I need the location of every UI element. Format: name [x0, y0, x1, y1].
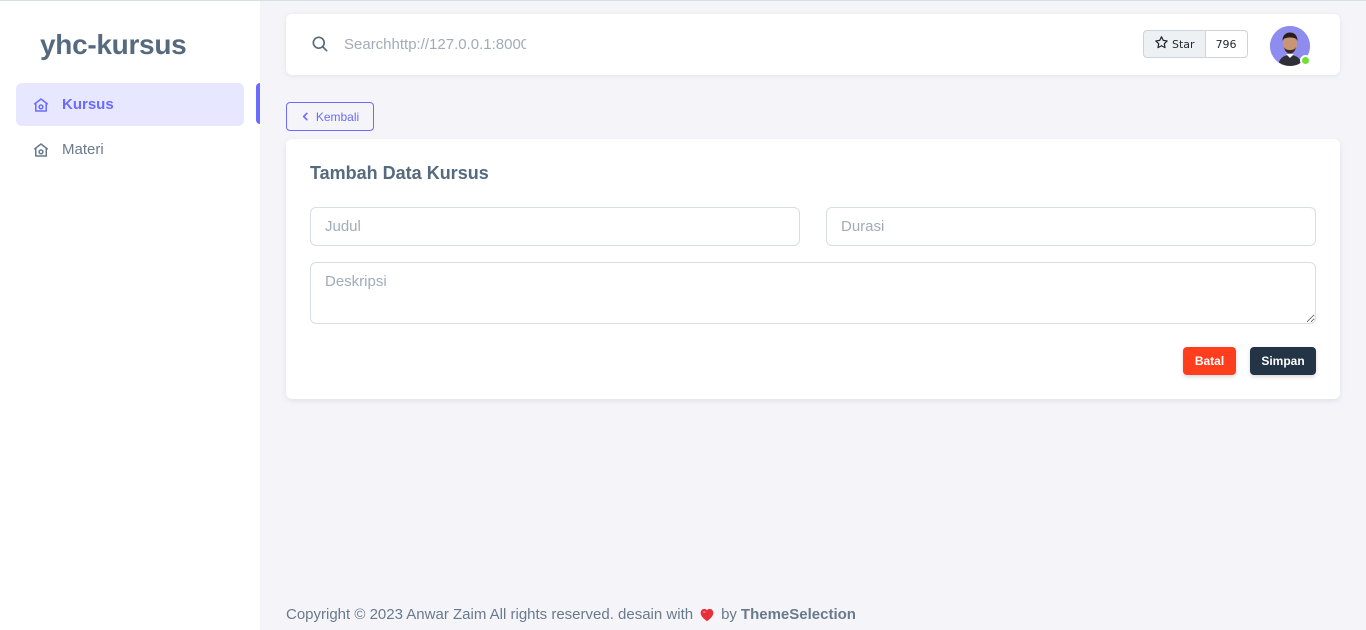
durasi-input[interactable]	[826, 207, 1316, 246]
footer-by: by	[721, 606, 737, 623]
back-button[interactable]: Kembali	[286, 102, 374, 131]
home-icon	[32, 141, 50, 159]
github-star-button[interactable]: Star	[1143, 30, 1206, 58]
top-navbar: Star 796	[286, 14, 1340, 75]
footer: Copyright © 2023 Anwar Zaim All rights r…	[286, 606, 856, 623]
back-button-label: Kembali	[315, 109, 360, 124]
sidebar: yhc-kursus Kursus Materi	[0, 1, 260, 630]
github-star-widget: Star 796	[1143, 30, 1248, 58]
footer-brand-link[interactable]: ThemeSelection	[741, 606, 856, 623]
search-icon	[310, 34, 330, 54]
cancel-button[interactable]: Batal	[1183, 347, 1236, 375]
judul-input[interactable]	[310, 207, 800, 246]
footer-copyright: Copyright © 2023 Anwar Zaim All rights r…	[286, 606, 694, 623]
heart-icon	[699, 607, 715, 622]
online-status-dot	[1300, 55, 1311, 66]
avatar[interactable]	[1270, 26, 1311, 66]
sidebar-item-label: Kursus	[62, 96, 114, 113]
github-star-count[interactable]: 796	[1205, 30, 1248, 58]
deskripsi-textarea[interactable]	[310, 262, 1316, 324]
sidebar-item-label: Materi	[62, 141, 104, 158]
form-title: Tambah Data Kursus	[310, 163, 489, 183]
chevron-left-icon	[301, 110, 310, 124]
star-label: Star	[1172, 37, 1195, 51]
sidebar-item-kursus[interactable]: Kursus	[16, 83, 244, 126]
sidebar-item-materi[interactable]: Materi	[16, 128, 244, 171]
sidebar-menu: Kursus Materi	[16, 83, 244, 173]
search-input[interactable]	[344, 32, 526, 56]
star-icon	[1154, 35, 1169, 53]
save-button[interactable]: Simpan	[1250, 347, 1316, 375]
form-card: Tambah Data Kursus Batal Simpan	[286, 139, 1340, 399]
home-icon	[32, 96, 50, 114]
brand-logo[interactable]: yhc-kursus	[40, 29, 187, 61]
active-menu-indicator	[256, 83, 260, 124]
